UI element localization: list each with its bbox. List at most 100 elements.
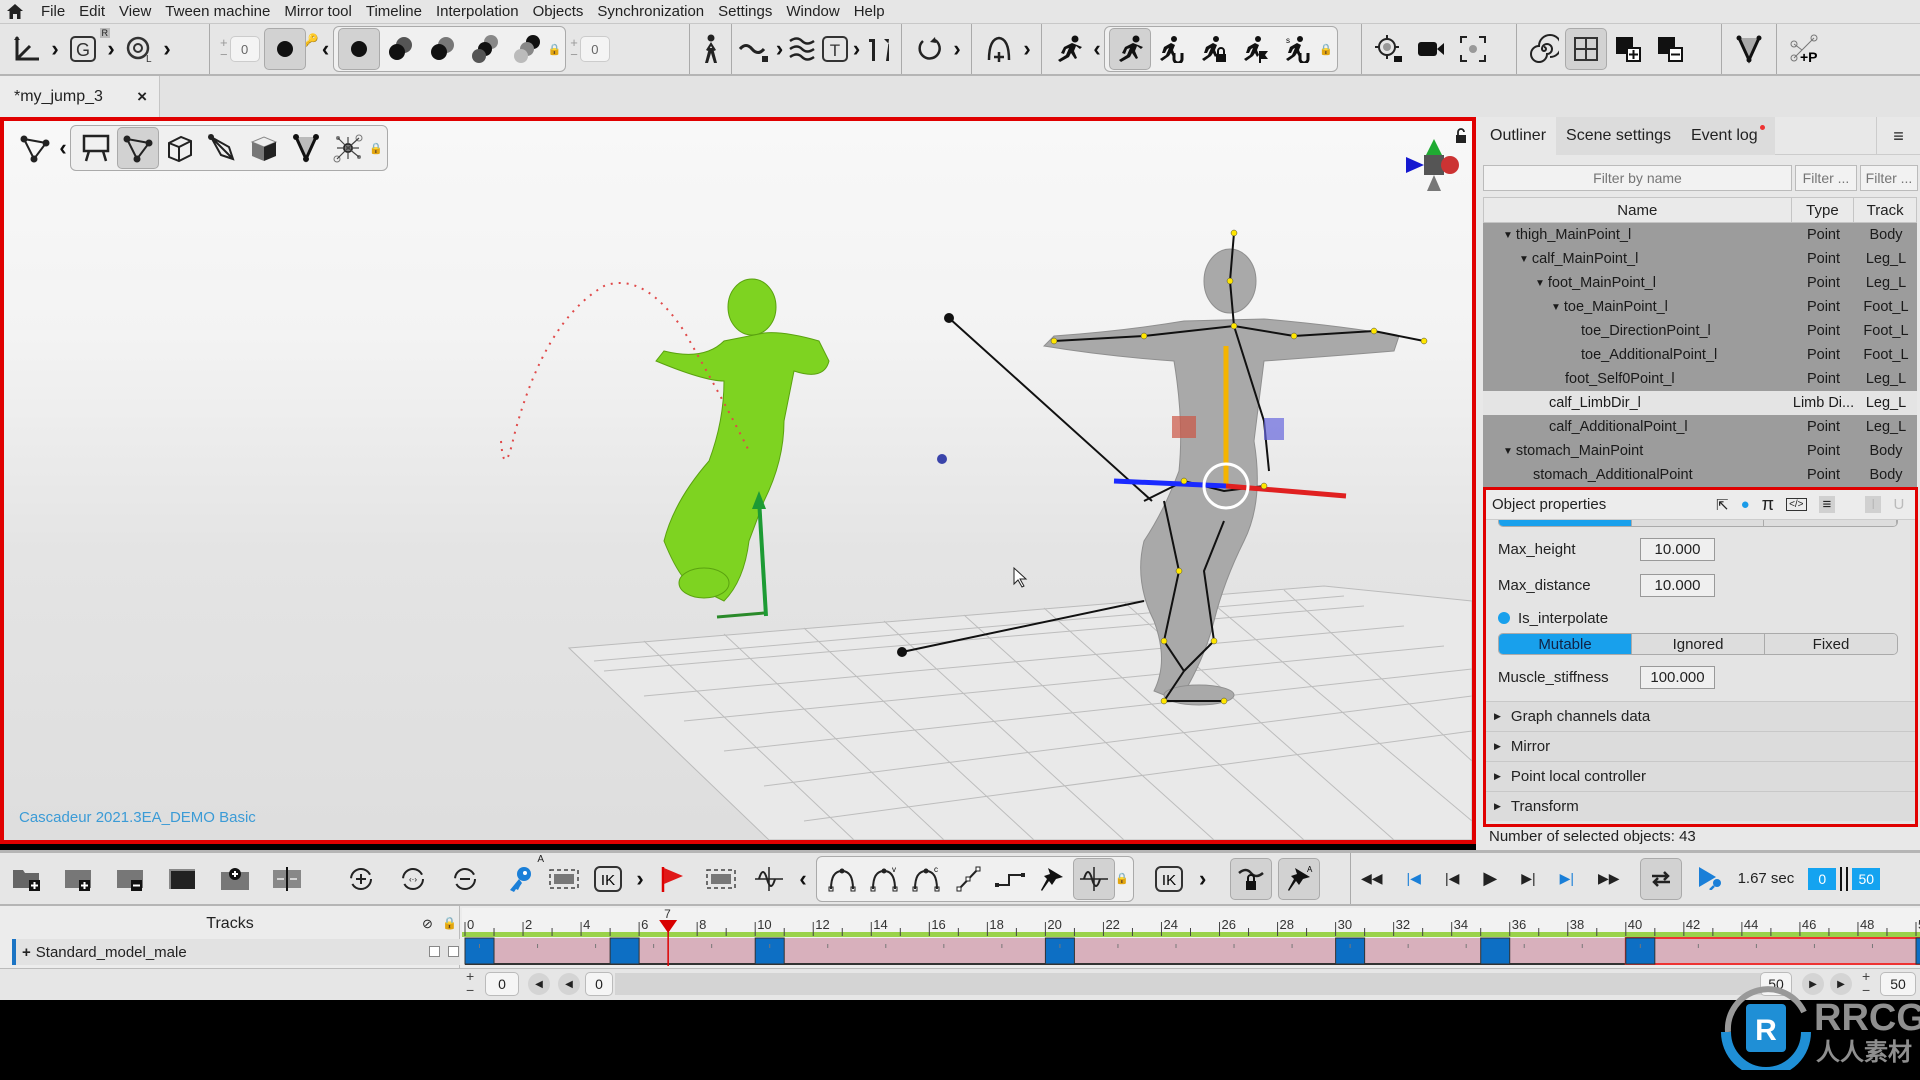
selection-rect-icon[interactable] (546, 858, 582, 900)
global-G-icon[interactable]: G R (62, 28, 110, 70)
tab-scene-settings[interactable]: Scene settings (1556, 116, 1681, 155)
outliner-row[interactable]: toe_AdditionalPoint_l Point Foot_L (1483, 343, 1917, 367)
bezier-icon[interactable] (821, 858, 863, 900)
sine-key-active-icon[interactable] (1073, 857, 1115, 900)
chevron-left-icon[interactable]: ‹ (319, 36, 333, 62)
play-key-icon[interactable] (1696, 864, 1724, 894)
multi-curve-icon[interactable] (785, 28, 818, 70)
prev-key-blue-icon[interactable]: |◀ (1407, 870, 1421, 887)
max-distance-input[interactable]: 10.000 (1640, 573, 1715, 597)
chevron-left-icon[interactable]: ‹ (56, 135, 70, 161)
column-track[interactable]: Track (1854, 198, 1916, 222)
lock-icon[interactable]: 🔒 (1115, 872, 1129, 885)
chevron-left-icon[interactable]: ‹ (796, 866, 810, 892)
select-children-icon[interactable]: ⇱ (1716, 496, 1729, 514)
toggle-u-icon[interactable]: U (1893, 496, 1904, 513)
camera-icon[interactable] (1410, 28, 1452, 70)
code-icon[interactable]: </> (1786, 498, 1807, 511)
chevron-right-icon[interactable]: › (950, 36, 964, 62)
rotate-remove-icon[interactable] (444, 858, 486, 900)
range-handle[interactable] (1846, 866, 1849, 891)
node-graph-icon[interactable] (327, 127, 369, 169)
pin-icon[interactable] (1031, 858, 1073, 900)
section-mirror[interactable]: ▶ Mirror (1486, 731, 1915, 761)
auto-key-icon[interactable]: A (502, 854, 544, 900)
home-icon[interactable] (6, 4, 24, 20)
panel-menu-icon[interactable]: ≡ (1876, 117, 1920, 155)
track-row[interactable]: + Standard_model_male (12, 939, 460, 965)
spiral-icon[interactable] (1523, 28, 1565, 70)
scroll-value-field[interactable]: 0 (585, 972, 613, 996)
section-graph-channels[interactable]: ▶ Graph channels data (1486, 701, 1915, 731)
running-man-magnet-s-icon[interactable]: s (1277, 28, 1319, 70)
ik-icon[interactable]: IK (1148, 858, 1190, 900)
expand-triangle-icon[interactable]: ▼ (1519, 254, 1529, 265)
document-tab[interactable]: *my_jump_3 × (0, 76, 160, 117)
prev-key-icon[interactable]: |◀ (1445, 870, 1459, 887)
running-man-flag-icon[interactable] (1235, 28, 1277, 70)
focus-icon[interactable] (1452, 28, 1494, 70)
menu-window[interactable]: Window (779, 3, 846, 20)
step-icon[interactable] (989, 858, 1031, 900)
eraser-icon[interactable]: ● (1741, 496, 1750, 513)
running-man-magnet-icon[interactable] (1151, 28, 1193, 70)
bracket-icon[interactable] (862, 28, 895, 70)
v-shape-icon[interactable] (1728, 28, 1770, 70)
bezier-v-icon[interactable]: v (863, 858, 905, 900)
split-icon[interactable] (266, 858, 308, 900)
outliner-row[interactable]: ▼ calf_MainPoint_l Point Leg_L (1483, 247, 1917, 271)
v-joints-icon[interactable] (285, 127, 327, 169)
loop-icon[interactable] (908, 28, 950, 70)
section-transform[interactable]: ▶ Transform (1486, 791, 1915, 821)
chevron-right-icon[interactable]: › (774, 36, 785, 62)
curve-lock-icon[interactable] (1229, 857, 1272, 900)
outliner-row[interactable]: stomach_AdditionalPoint Point Body (1483, 463, 1917, 487)
range-start-field[interactable]: 0 (1808, 867, 1837, 890)
next-key-blue-icon[interactable]: ▶| (1560, 870, 1574, 887)
running-man-active-icon[interactable] (1109, 28, 1151, 70)
menu-synchronization[interactable]: Synchronization (590, 3, 711, 20)
walking-man-icon[interactable] (690, 28, 731, 70)
mode-mutable[interactable]: Mutable (1499, 634, 1632, 654)
linear-icon[interactable] (947, 858, 989, 900)
folder-add-icon[interactable] (6, 858, 48, 900)
local-spiral-icon[interactable]: L (118, 28, 160, 70)
grid-icon[interactable] (1565, 28, 1607, 70)
outliner-row[interactable]: ▼ foot_MainPoint_l Point Leg_L (1483, 271, 1917, 295)
mode-ignored[interactable]: Ignored (1632, 634, 1765, 654)
interp-fade-dot-icon[interactable] (506, 28, 548, 70)
sine-key-icon[interactable] (748, 858, 790, 900)
range-end-field[interactable]: 50 (1852, 867, 1881, 890)
chevron-right-icon[interactable]: › (1196, 866, 1210, 892)
layer-add-circle-icon[interactable] (214, 858, 256, 900)
scroll-left-icon[interactable]: ◀ (558, 973, 580, 995)
muscle-stiffness-input[interactable]: 100.000 (1640, 665, 1715, 689)
close-icon[interactable]: × (137, 87, 147, 107)
menu-mirror-tool[interactable]: Mirror tool (277, 3, 359, 20)
column-name[interactable]: Name (1484, 198, 1792, 222)
max-height-input[interactable]: 10.000 (1640, 537, 1715, 561)
track-visible-checkbox[interactable] (429, 946, 440, 957)
interp-three-dot-icon[interactable] (464, 28, 506, 70)
running-man-icon[interactable] (1048, 28, 1090, 70)
outliner-row[interactable]: ▼ stomach_MainPoint Point Body (1483, 439, 1917, 463)
lock-icon[interactable]: 🔒 (548, 43, 562, 56)
menu-interpolation[interactable]: Interpolation (429, 3, 526, 20)
is-interpolate-checkbox[interactable] (1498, 612, 1510, 624)
filter-name-input[interactable] (1483, 165, 1792, 191)
chevron-right-icon[interactable]: › (1020, 36, 1034, 62)
rotate-expand-icon[interactable]: ‹·› (392, 858, 434, 900)
interval-left-stepper[interactable]: + − 0 (220, 36, 260, 62)
outliner-row[interactable]: calf_AdditionalPoint_l Point Leg_L (1483, 415, 1917, 439)
pi-icon[interactable]: π (1762, 494, 1774, 515)
menu-tween-machine[interactable]: Tween machine (158, 3, 277, 20)
filter-track-input[interactable] (1860, 165, 1918, 191)
menu-help[interactable]: Help (847, 3, 892, 20)
interp-single-dot-icon[interactable] (337, 28, 380, 70)
3d-viewport[interactable]: ‹ 🔒 Cascadeur 2021.3EA_DEMO Basic (0, 117, 1476, 844)
outliner-row[interactable]: ▼ toe_MainPoint_l Point Foot_L (1483, 295, 1917, 319)
mode-skeleton-icon[interactable] (14, 127, 56, 169)
keyframe-dot-icon[interactable] (263, 28, 306, 70)
scroll-start-field[interactable]: 0 (485, 972, 519, 996)
fork-add-icon[interactable] (978, 28, 1020, 70)
